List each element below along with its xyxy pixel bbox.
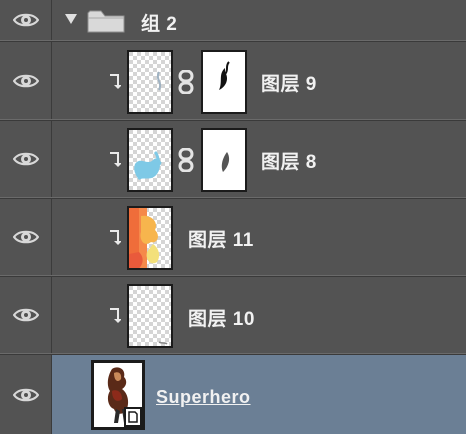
- link-chain-icon[interactable]: [178, 148, 194, 172]
- layer-name[interactable]: Superhero: [156, 387, 251, 408]
- transparency-pattern: [129, 130, 171, 190]
- layer-thumbnail[interactable]: [127, 206, 173, 270]
- expand-triangle-icon[interactable]: [64, 13, 78, 25]
- layer-mask-thumbnail[interactable]: [201, 128, 247, 192]
- eye-icon: [12, 13, 39, 27]
- visibility-toggle[interactable]: [0, 199, 52, 275]
- clipping-arrow-icon: [110, 74, 121, 89]
- layer-name[interactable]: 组 2: [141, 9, 177, 36]
- clipping-arrow-icon: [110, 230, 121, 245]
- eye-icon: [12, 74, 39, 87]
- visibility-toggle[interactable]: [0, 121, 52, 197]
- layer-row-superhero[interactable]: Superhero: [0, 354, 466, 434]
- eye-icon: [12, 308, 39, 322]
- clipping-arrow-icon: [110, 152, 121, 167]
- color-wash-image: [129, 208, 171, 268]
- layer-name[interactable]: 图层 11: [188, 225, 254, 252]
- visibility-toggle[interactable]: [0, 42, 52, 119]
- mask-stroke-shape: [203, 52, 245, 112]
- layer-row-11[interactable]: 图层 11: [0, 198, 466, 276]
- layer-row-group-2[interactable]: 组 2: [0, 0, 466, 41]
- link-chain-icon[interactable]: [178, 70, 194, 94]
- layer-thumbnail[interactable]: [127, 50, 173, 114]
- mask-stroke-shape: [203, 130, 245, 190]
- layer-thumbnail[interactable]: [91, 360, 145, 430]
- visibility-toggle[interactable]: [0, 0, 52, 40]
- layer-name[interactable]: 图层 8: [261, 147, 317, 174]
- layer-name[interactable]: 图层 10: [188, 304, 255, 331]
- visibility-toggle[interactable]: [0, 355, 52, 434]
- eye-icon: [12, 152, 39, 166]
- layer-mask-thumbnail[interactable]: [201, 50, 247, 114]
- layer-thumbnail[interactable]: [127, 128, 173, 192]
- layer-row-8[interactable]: 图层 8: [0, 120, 466, 198]
- transparency-pattern: [129, 52, 171, 112]
- smart-object-badge-icon: [124, 407, 142, 427]
- visibility-toggle[interactable]: [0, 277, 52, 353]
- layer-row-9[interactable]: 图层 9: [0, 41, 466, 120]
- folder-icon: [87, 10, 125, 33]
- transparency-pattern: [129, 286, 171, 346]
- eye-icon: [12, 230, 39, 244]
- eye-icon: [12, 388, 39, 401]
- layers-panel: 组 2 图层 9 图层 8 图层 11 图层 10 Superhero: [0, 0, 466, 434]
- layer-thumbnail[interactable]: [127, 284, 173, 348]
- clipping-arrow-icon: [110, 308, 121, 323]
- layer-name[interactable]: 图层 9: [261, 69, 317, 96]
- layer-row-10[interactable]: 图层 10: [0, 276, 466, 354]
